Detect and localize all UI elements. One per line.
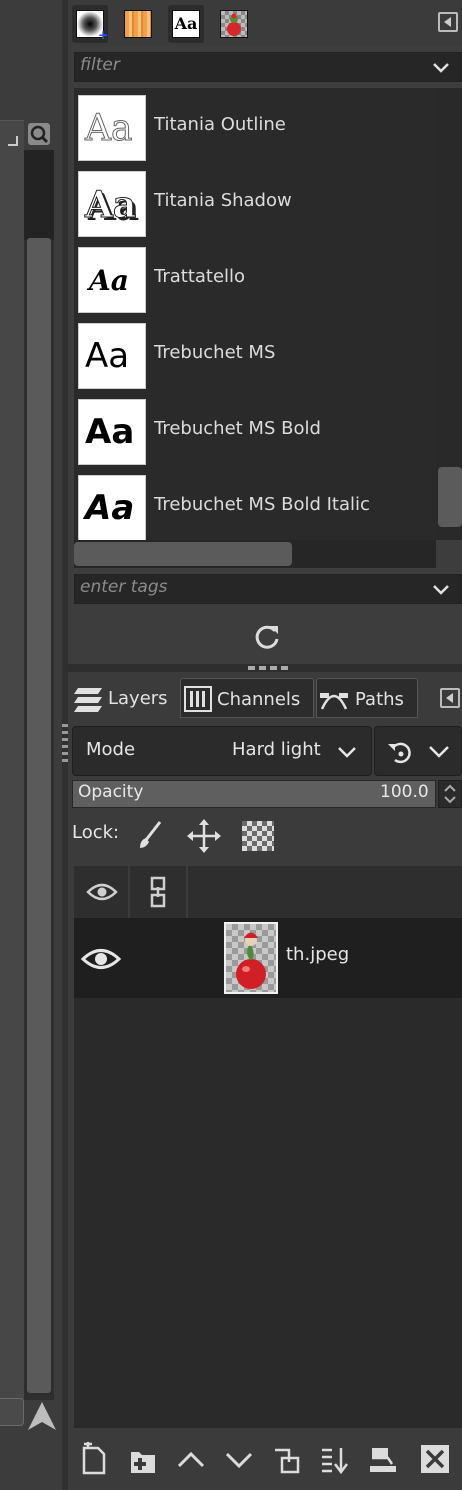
font-list-horizontal-scrollbar-thumb[interactable]: [74, 542, 292, 566]
font-preview: Aa: [78, 475, 146, 540]
opacity-label: Opacity: [78, 782, 144, 802]
ruler-corner-icon: [8, 136, 18, 146]
font-preview: Aa: [78, 399, 146, 465]
tab-label: Paths: [355, 689, 404, 710]
chevron-down-icon[interactable]: [336, 742, 358, 762]
new-layer-icon[interactable]: [80, 1442, 110, 1476]
tab-layers[interactable]: Layers: [70, 678, 178, 718]
chain-column-header[interactable]: [130, 866, 188, 918]
layers-icon: [72, 684, 104, 714]
lock-pixels-icon[interactable]: [134, 818, 166, 852]
navigate-icon[interactable]: [24, 1398, 60, 1434]
lower-layer-icon[interactable]: [224, 1442, 254, 1476]
eye-icon[interactable]: [80, 944, 122, 974]
font-name: Trebuchet MS Bold: [154, 418, 321, 439]
chevron-down-icon: [427, 741, 451, 761]
list-item[interactable]: Aa Trebuchet MS Bold Italic: [74, 468, 436, 540]
list-item[interactable]: Aa Titania Outline: [74, 88, 436, 164]
font-preview-text: Aa: [85, 412, 135, 452]
fonts-icon: Aa: [172, 10, 200, 38]
font-name: Trebuchet MS Bold Italic: [154, 494, 370, 515]
chain-icon: [146, 876, 170, 908]
chevron-down-icon[interactable]: [430, 58, 452, 78]
font-name: Titania Outline: [154, 114, 286, 135]
font-preview: Aa: [78, 323, 146, 389]
layer-name[interactable]: th.jpeg: [286, 944, 349, 965]
tab-paths[interactable]: Paths: [316, 678, 418, 718]
layers-menu-icon[interactable]: [440, 688, 460, 708]
plus-icon: +: [98, 28, 109, 42]
font-list[interactable]: Aa Titania Outline Aa Titania Shadow Aa …: [74, 88, 436, 540]
tab-patterns[interactable]: [120, 5, 156, 43]
font-preview-text: Aa: [85, 488, 135, 528]
merge-layer-icon[interactable]: [320, 1442, 350, 1476]
list-item[interactable]: Aa Trebuchet MS: [74, 316, 436, 392]
canvas-horizontal-scrollbar[interactable]: [0, 1398, 24, 1426]
list-item[interactable]: Aa Trattatello: [74, 240, 436, 316]
anchor-layer-icon[interactable]: [368, 1442, 398, 1476]
lock-label: Lock:: [72, 822, 120, 843]
mode-reset-button[interactable]: [374, 726, 462, 776]
canvas-vertical-scrollbar-thumb[interactable]: [27, 238, 51, 1393]
zoom-icon[interactable]: [28, 123, 50, 145]
font-name: Titania Shadow: [154, 190, 292, 211]
pattern-icon: [124, 10, 152, 38]
new-layer-group-icon[interactable]: [128, 1442, 158, 1476]
font-preview: Aa: [78, 95, 146, 161]
raise-layer-icon[interactable]: [176, 1442, 206, 1476]
tags-placeholder: enter tags: [80, 577, 168, 597]
list-item[interactable]: Aa Titania Shadow: [74, 164, 436, 240]
layer-thumbnail: [224, 922, 278, 994]
paths-icon: [319, 685, 349, 713]
opacity-value: 100.0: [380, 782, 429, 802]
font-preview-text: Aa: [89, 264, 129, 297]
visibility-column-header[interactable]: [74, 866, 130, 918]
separator-grip-icon[interactable]: [248, 666, 288, 670]
eye-icon: [86, 880, 118, 904]
dock-menu-icon[interactable]: [438, 12, 458, 32]
filter-placeholder: filter: [80, 55, 120, 75]
layer-list-empty-area[interactable]: [74, 998, 462, 1428]
chevron-down-icon[interactable]: [430, 580, 452, 600]
canvas-scroll-track-top: [24, 150, 54, 240]
tab-label: Channels: [217, 689, 301, 710]
mode-value: Hard light: [232, 739, 321, 760]
duplicate-layer-icon[interactable]: [272, 1442, 302, 1476]
filter-input[interactable]: [74, 52, 462, 82]
tab-brushes[interactable]: +: [72, 5, 108, 43]
font-preview: Aa: [78, 171, 146, 237]
reset-icon: [385, 738, 415, 766]
refresh-icon[interactable]: [250, 620, 284, 654]
tab-images[interactable]: [216, 5, 252, 43]
channels-icon: [183, 684, 213, 714]
tab-fonts[interactable]: Aa: [168, 5, 204, 43]
opacity-spin-button[interactable]: [438, 780, 462, 808]
font-preview-text: Aa: [85, 336, 130, 376]
lock-position-icon[interactable]: [186, 818, 222, 854]
mode-label: Mode: [86, 739, 136, 760]
tab-label: Layers: [108, 688, 168, 709]
canvas-area: [0, 120, 24, 1400]
list-item[interactable]: Aa Trebuchet MS Bold: [74, 392, 436, 468]
tab-channels[interactable]: Channels: [180, 678, 314, 718]
font-name: Trebuchet MS: [154, 342, 276, 363]
delete-layer-icon[interactable]: [420, 1442, 450, 1476]
font-preview-text: Aa: [84, 184, 137, 227]
font-preview-text: Aa: [84, 108, 133, 150]
font-preview: Aa: [78, 247, 146, 313]
font-name: Trattatello: [154, 266, 246, 287]
lock-alpha-icon[interactable]: [242, 821, 274, 851]
image-icon: [220, 10, 248, 38]
font-list-vertical-scrollbar-thumb[interactable]: [438, 467, 462, 527]
